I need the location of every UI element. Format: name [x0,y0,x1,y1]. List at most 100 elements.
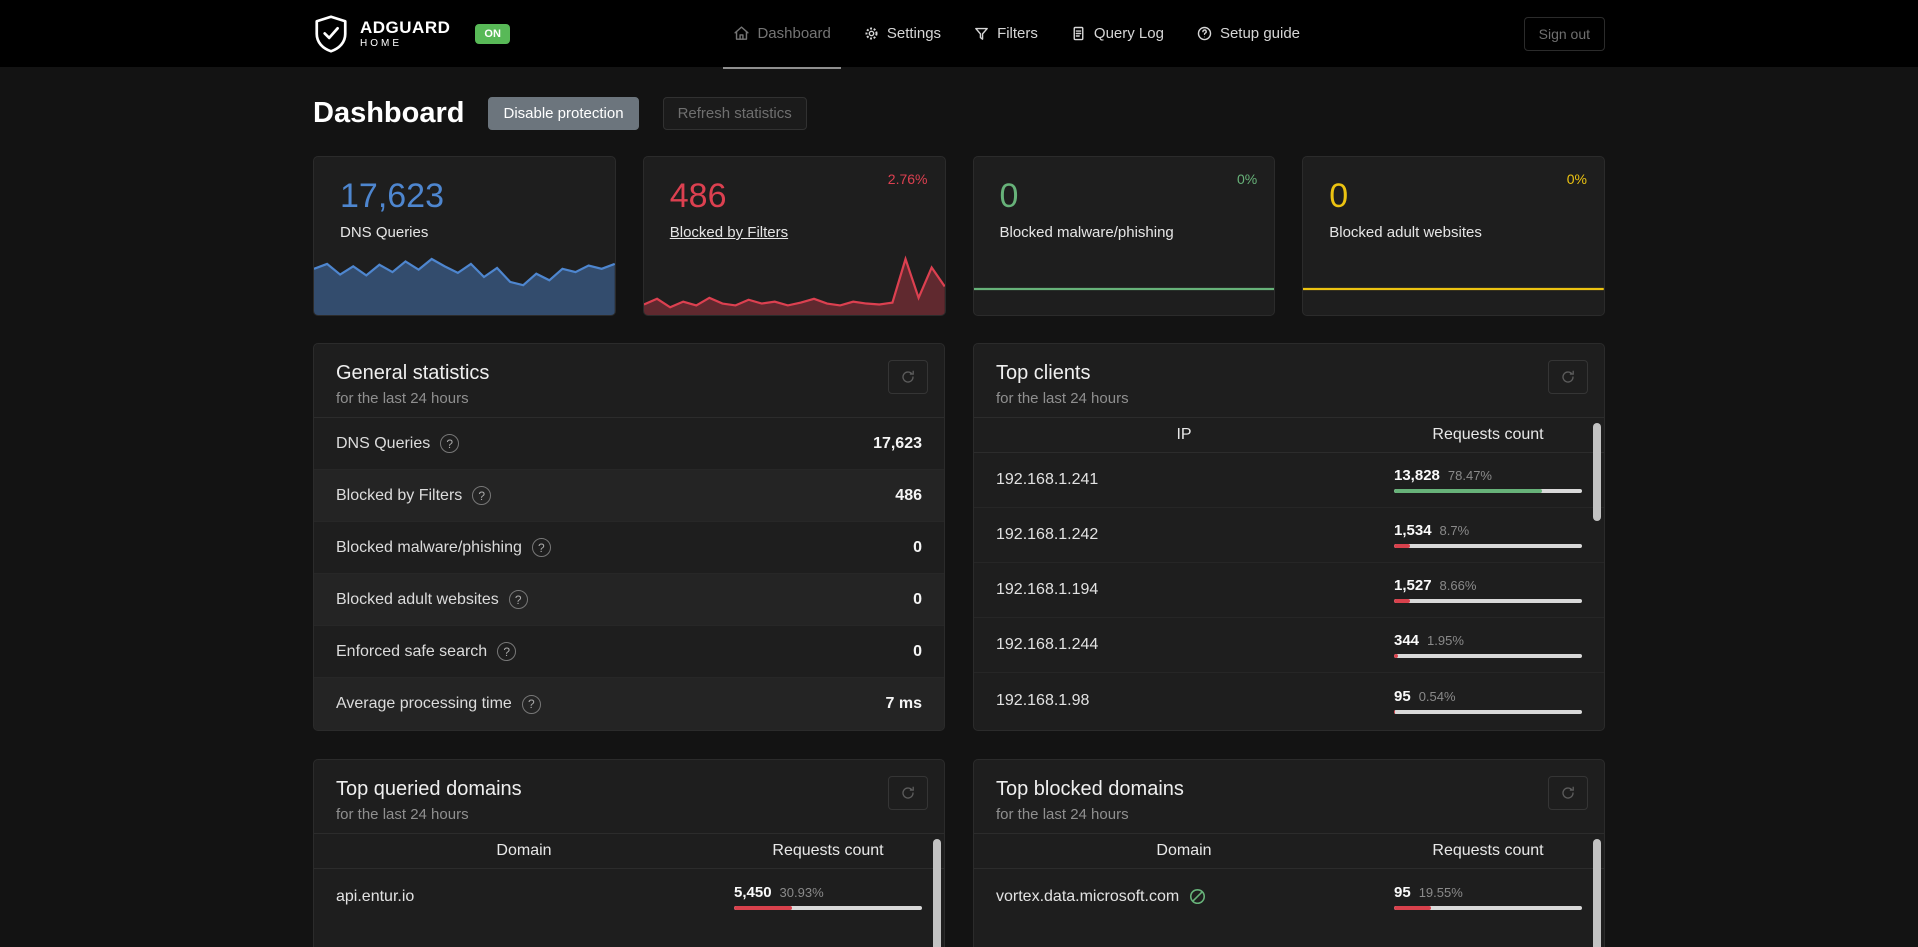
top-queried-domains-panel: Top queried domains for the last 24 hour… [313,759,945,947]
stat-cards-row: 17,623 DNS Queries 2.76% 486 Blocked by … [313,156,1605,316]
help-icon[interactable]: ? [508,590,528,609]
nav-item-settings[interactable]: Settings [859,0,945,67]
nav-item-label: Settings [886,25,942,42]
nav-item-filters[interactable]: Filters [969,0,1042,67]
nav-item-dashboard[interactable]: Dashboard [723,0,841,69]
logo-title: ADGUARD [360,17,451,37]
scrollbar-thumb[interactable] [933,839,941,947]
refresh-icon [1562,370,1574,383]
blocked-malware-sparkline [973,253,1275,315]
dashboard-page: Dashboard Disable protection Refresh sta… [313,67,1605,947]
requests-percent: 78.47% [1447,468,1492,483]
table-row: vortex.data.microsoft.com 95 19.55% [974,869,1604,924]
row-label: Enforced safe search [336,642,488,660]
blocked-adult-sparkline [1303,253,1604,315]
progress-bar [734,905,922,910]
refresh-statistics-button[interactable]: Refresh statistics [662,97,807,130]
row-value: 0 [913,538,922,556]
column-header-requests: Requests count [772,842,884,859]
requests-count: 1,534 [1394,522,1432,539]
table-row: 192.168.1.241 13,828 78.47% [974,453,1604,508]
top-blocked-domains-panel: Top blocked domains for the last 24 hour… [973,759,1605,947]
stat-card-blocked-filters: 2.76% 486 Blocked by Filters [642,156,946,316]
row-label: Average processing time [336,695,512,712]
row-label: Blocked malware/phishing [336,538,522,556]
progress-bar [1394,654,1582,658]
help-icon[interactable]: ? [521,694,541,714]
domain-link[interactable]: api.entur.io [336,888,414,906]
blocked-malware-value: 0 [999,177,1019,215]
blocked-malware-label: Blocked malware/phishing [999,224,1174,241]
panel-title: General statistics [336,362,490,384]
adguard-logo[interactable]: ADGUARD HOME ON [313,14,510,54]
logo-subtitle: HOME [360,37,402,49]
dns-queries-sparkline [314,253,615,315]
requests-count: 13,828 [1394,467,1440,484]
nav-item-label: Query Log [1093,25,1164,42]
filters-funnel-icon [975,27,988,40]
stat-card-blocked-malware: 0% 0 Blocked malware/phishing [972,156,1276,316]
scrollbar[interactable] [1593,423,1601,726]
table-row: Average processing time? 7 ms [314,678,944,730]
settings-gear-icon [865,27,878,40]
top-clients-table: 192.168.1.241 13,828 78.47% 192.168.1.242… [974,453,1604,728]
client-ip-link[interactable]: 192.168.1.244 [996,636,1098,654]
requests-percent: 8.66% [1439,578,1477,593]
help-icon[interactable]: ? [531,538,551,557]
disable-protection-button[interactable]: Disable protection [488,97,639,130]
scrollbar-thumb[interactable] [1593,839,1601,947]
row-value: 7 ms [885,695,922,712]
refresh-button[interactable] [888,776,928,810]
column-header-ip: IP [1176,426,1192,443]
help-icon[interactable]: ? [440,434,460,453]
nav-item-label: Setup guide [1219,25,1301,42]
table-row: Blocked by Filters? 486 [314,470,944,522]
sign-out-button[interactable]: Sign out [1523,16,1605,51]
panel-title: Top queried domains [336,778,522,800]
nav-item-label: Filters [997,25,1038,42]
top-queried-table: api.entur.io 5,450 30.93% [314,869,944,924]
help-icon[interactable]: ? [497,642,517,661]
client-ip-link[interactable]: 192.168.1.98 [996,692,1089,710]
table-row: 192.168.1.244 344 1.95% [974,618,1604,673]
blocked-filters-percent: 2.76% [887,171,928,187]
progress-bar [1394,489,1582,493]
scrollbar[interactable] [933,839,941,947]
client-ip-link[interactable]: 192.168.1.241 [996,471,1098,489]
table-row: Enforced safe search? 0 [314,626,944,678]
top-clients-panel: Top clients for the last 24 hours IP Req… [973,343,1605,731]
requests-percent: 1.95% [1427,633,1464,648]
column-header-domain: Domain [1156,842,1212,859]
requests-percent: 19.55% [1418,884,1463,900]
refresh-button[interactable] [888,360,928,394]
refresh-button[interactable] [1548,360,1588,394]
table-row: 192.168.1.194 1,527 8.66% [974,563,1604,618]
column-header-requests: Requests count [1432,842,1544,859]
requests-percent: 8.7% [1439,523,1470,538]
table-row: api.entur.io 5,450 30.93% [314,869,944,924]
progress-bar [1394,544,1582,548]
blocked-filters-link[interactable]: Blocked by Filters [670,224,945,241]
help-icon[interactable]: ? [472,486,492,505]
table-row: 192.168.1.98 95 0.54% [974,673,1604,728]
requests-count: 1,527 [1394,577,1432,594]
refresh-button[interactable] [1548,776,1588,810]
client-ip-link[interactable]: 192.168.1.194 [996,581,1098,599]
dns-queries-label: DNS Queries [340,224,429,241]
panel-subtitle: for the last 24 hours [336,806,469,823]
column-header-domain: Domain [496,842,552,859]
refresh-icon [902,370,914,383]
scrollbar[interactable] [1593,839,1601,947]
nav-item-setup-guide[interactable]: Setup guide [1192,0,1304,67]
row-value: 17,623 [873,434,922,452]
client-ip-link[interactable]: 192.168.1.242 [996,526,1098,544]
scrollbar-thumb[interactable] [1593,423,1601,521]
refresh-icon [1562,786,1574,799]
dashboard-icon [734,26,750,40]
query-log-document-icon [1073,26,1084,41]
navbar: ADGUARD HOME ON Dashboard Settings Filte… [0,0,1918,69]
dns-queries-value: 17,623 [340,177,444,215]
blocked-adult-label: Blocked adult websites [1329,224,1482,241]
domain-link[interactable]: vortex.data.microsoft.com [996,888,1179,906]
nav-item-query-log[interactable]: Query Log [1066,0,1168,67]
